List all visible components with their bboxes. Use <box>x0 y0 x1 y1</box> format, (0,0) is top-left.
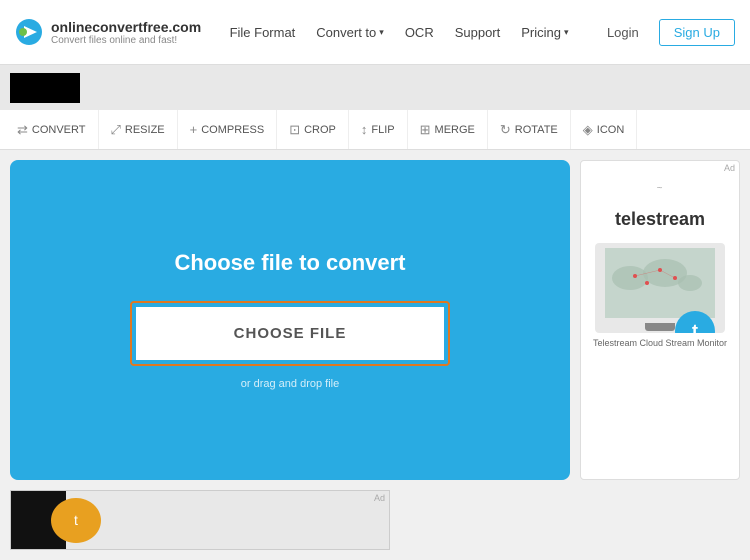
chevron-down-icon-2: ▾ <box>564 27 569 38</box>
site-name: onlineconvertfree.com <box>51 19 201 35</box>
chevron-down-icon: ▾ <box>379 27 384 38</box>
tab-flip[interactable]: ↕ FLIP <box>349 110 408 149</box>
monitor-screen <box>605 248 715 318</box>
nav-file-format[interactable]: File Format <box>222 20 304 45</box>
header-right: Login Sign Up <box>597 19 735 46</box>
crop-icon: ⊡ <box>289 122 300 138</box>
telestream-arc: ~ <box>615 183 705 194</box>
monitor-stand <box>645 323 675 331</box>
bottom-ad-icon: t <box>61 505 91 535</box>
convert-box: Choose file to convert CHOOSE FILE or dr… <box>10 160 570 480</box>
telestream-ad[interactable]: ~ telestream <box>581 161 739 479</box>
banner-ad-image <box>10 73 80 103</box>
world-map <box>605 248 715 318</box>
monitor-image: t <box>595 243 725 333</box>
drag-drop-label: or drag and drop file <box>241 378 339 390</box>
tool-tabs: ⇄ CONVERT ⤢ RESIZE + COMPRESS ⊡ CROP ↕ F… <box>0 110 750 150</box>
tab-icon[interactable]: ◈ ICON <box>571 110 638 149</box>
telestream-desc: Telestream Cloud Stream Monitor <box>593 338 727 348</box>
tab-merge[interactable]: ⊞ MERGE <box>408 110 488 149</box>
convert-title: Choose file to convert <box>174 250 405 276</box>
header: onlineconvertfree.com Convert files onli… <box>0 0 750 65</box>
telestream-brand: telestream <box>615 209 705 230</box>
nav-ocr[interactable]: OCR <box>397 20 442 45</box>
tab-convert[interactable]: ⇄ CONVERT <box>5 110 99 149</box>
banner-bar <box>0 65 750 110</box>
bottom-ad-circle: t <box>51 498 101 543</box>
logo-icon <box>15 18 43 46</box>
nav-support[interactable]: Support <box>447 20 509 45</box>
signup-button[interactable]: Sign Up <box>659 19 735 46</box>
choose-file-button[interactable]: CHOOSE FILE <box>136 307 444 360</box>
bottom-ad[interactable]: Ad t <box>10 490 390 550</box>
bottom-ad-label: Ad <box>374 493 385 503</box>
main-content: Choose file to convert CHOOSE FILE or dr… <box>0 150 750 490</box>
convert-icon: ⇄ <box>17 122 28 138</box>
nav-pricing[interactable]: Pricing ▾ <box>513 20 576 45</box>
tab-rotate[interactable]: ↻ ROTATE <box>488 110 571 149</box>
resize-icon: ⤢ <box>111 122 121 138</box>
choose-file-wrapper: CHOOSE FILE <box>130 301 450 366</box>
merge-icon: ⊞ <box>420 122 431 138</box>
main-nav: File Format Convert to ▾ OCR Support Pri… <box>222 20 577 45</box>
ad-sidebar: Ad ~ telestream <box>580 160 740 480</box>
login-button[interactable]: Login <box>597 20 649 45</box>
ad-label: Ad <box>720 161 739 175</box>
compress-icon: + <box>190 122 198 137</box>
site-tagline: Convert files online and fast! <box>51 35 201 46</box>
icon-icon: ◈ <box>583 122 593 138</box>
svg-text:t: t <box>74 512 78 528</box>
flip-icon: ↕ <box>361 122 368 137</box>
nav-convert-to[interactable]: Convert to ▾ <box>308 20 392 45</box>
logo-text: onlineconvertfree.com Convert files onli… <box>51 19 201 46</box>
tab-resize[interactable]: ⤢ RESIZE <box>99 110 178 149</box>
tab-compress[interactable]: + COMPRESS <box>178 110 278 149</box>
tab-crop[interactable]: ⊡ CROP <box>277 110 349 149</box>
rotate-icon: ↻ <box>500 122 511 138</box>
logo-area[interactable]: onlineconvertfree.com Convert files onli… <box>15 18 201 46</box>
telestream-logo-area: ~ telestream <box>615 183 705 235</box>
